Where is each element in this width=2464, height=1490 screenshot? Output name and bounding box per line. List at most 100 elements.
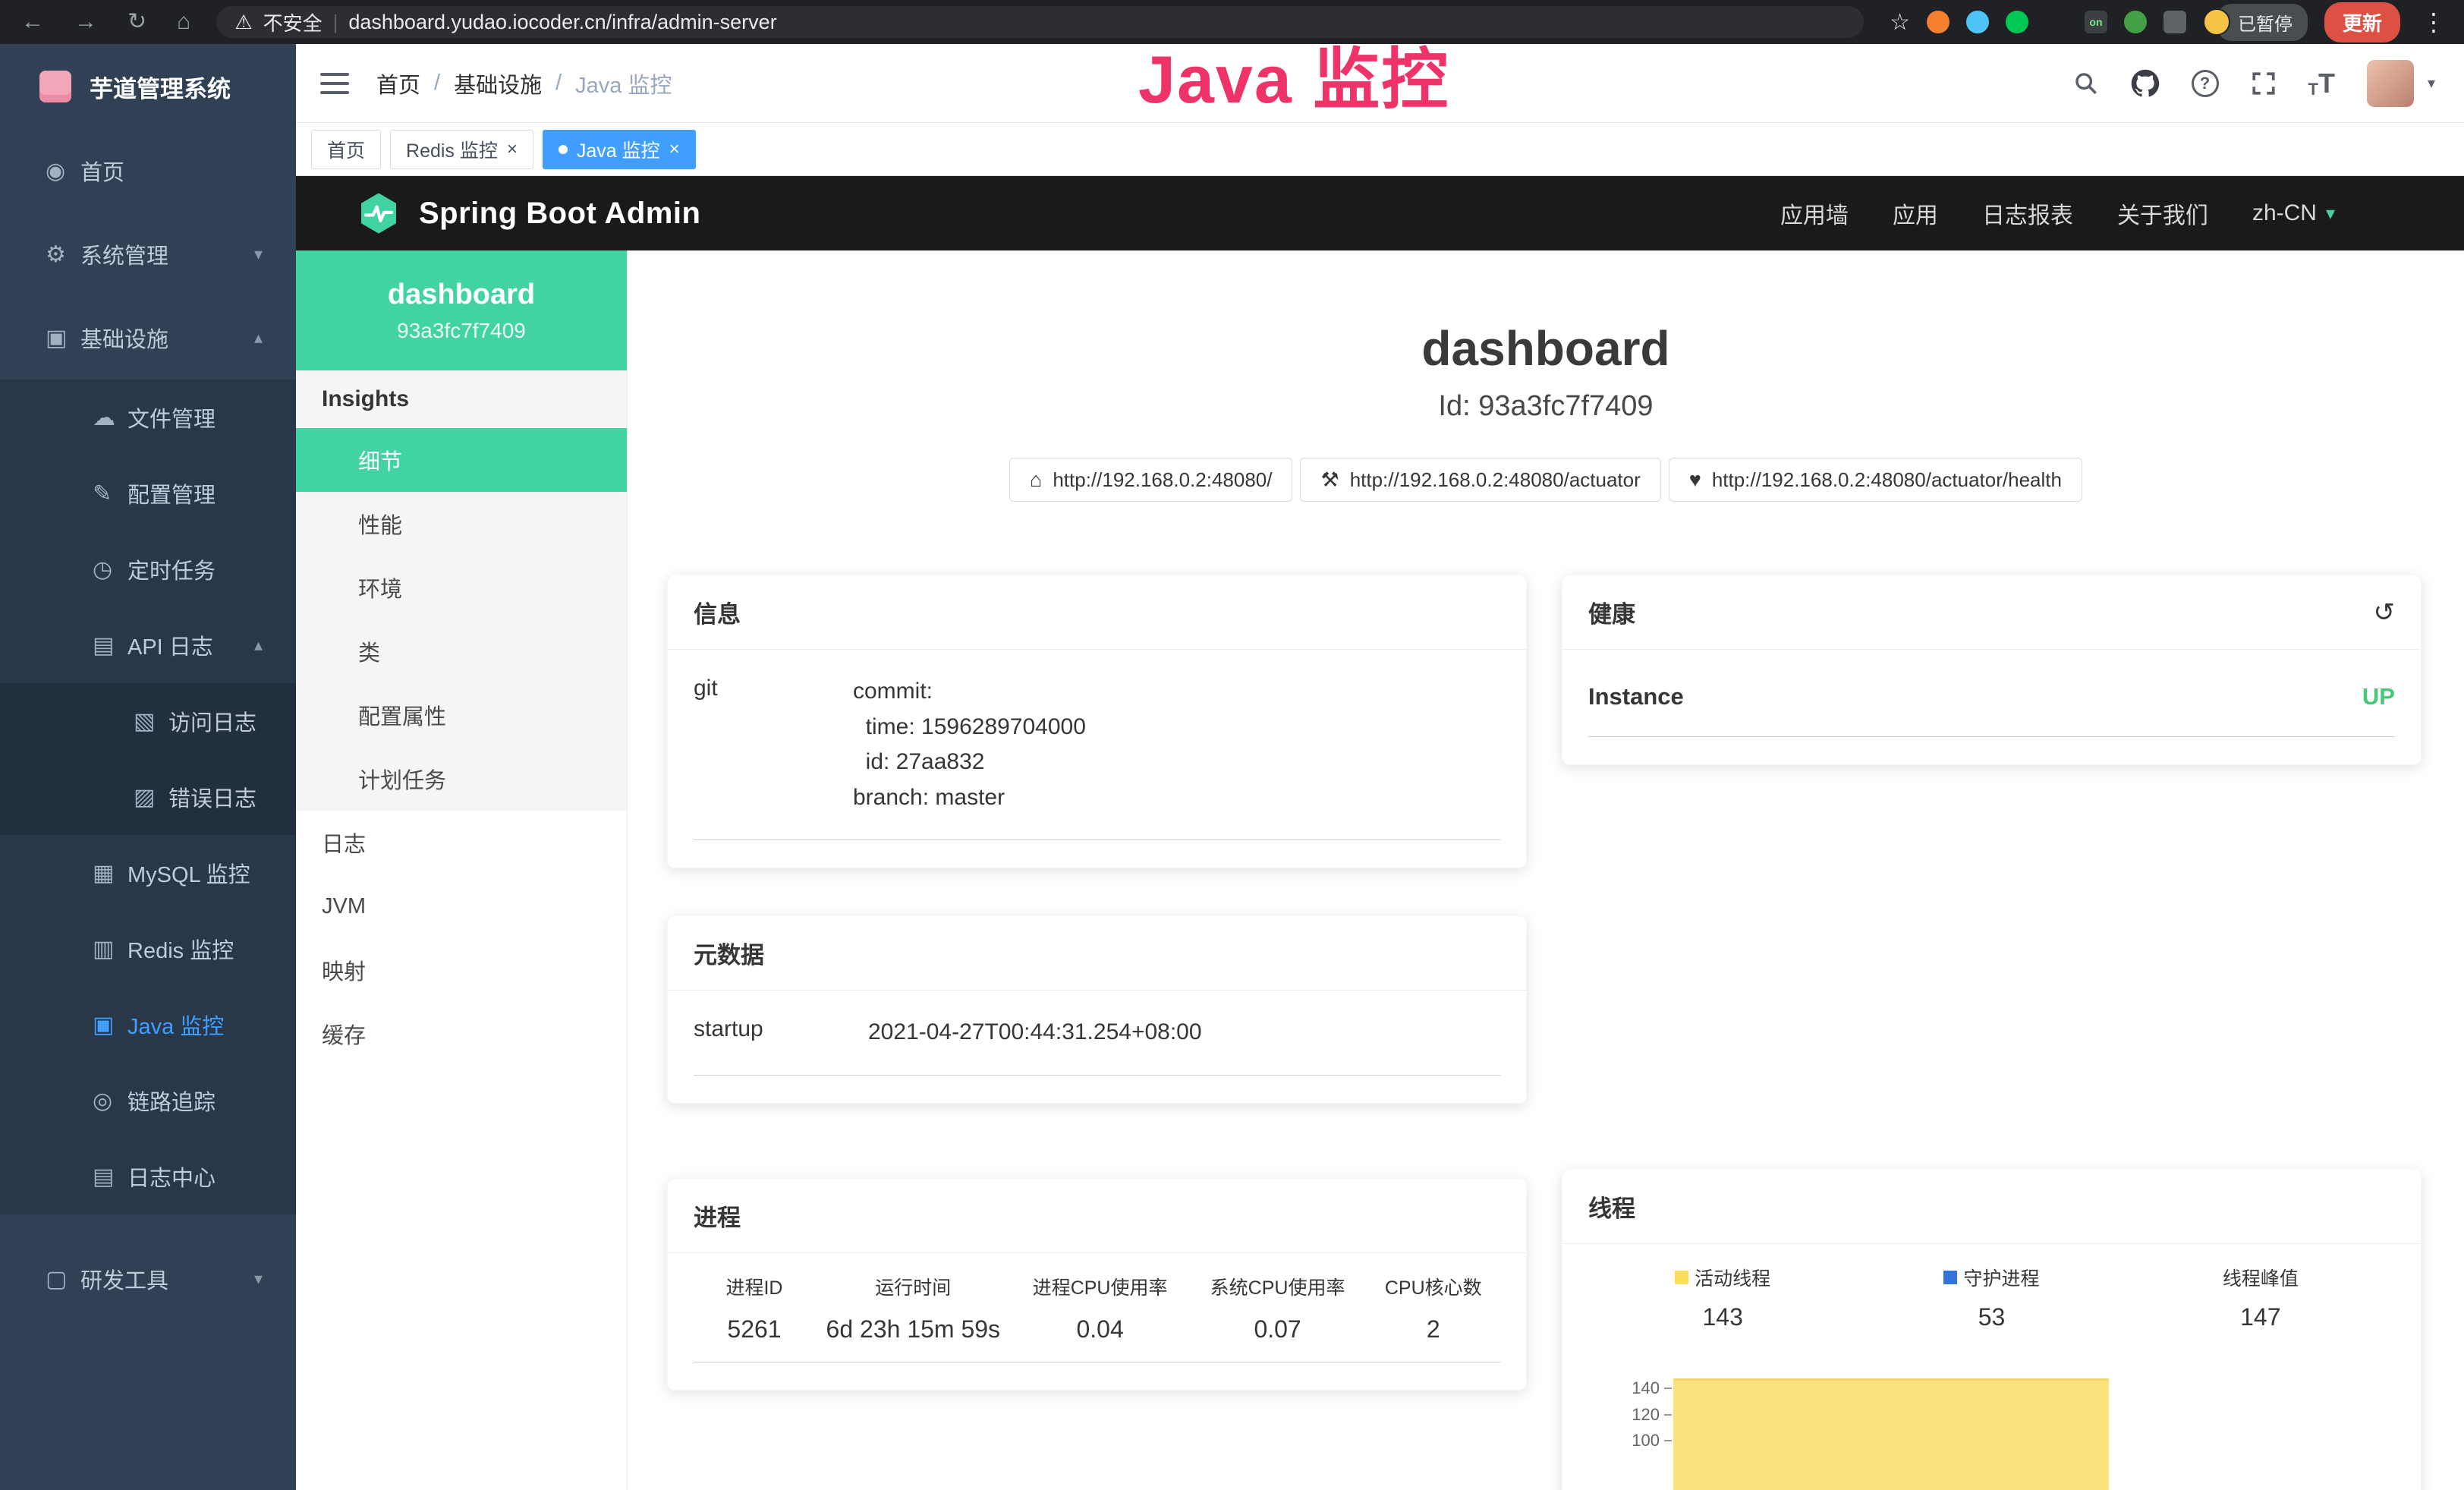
instance-links: ⌂ http://192.168.0.2:48080/ ⚒ http://192… — [628, 458, 2464, 502]
update-button[interactable]: 更新 — [2324, 2, 2400, 43]
sba-item-environment[interactable]: 环境 — [296, 556, 627, 619]
history-icon[interactable]: ↺ — [2374, 597, 2396, 628]
breadcrumb-home[interactable]: 首页 — [376, 68, 420, 99]
extension-icon-3[interactable] — [2006, 11, 2028, 33]
avatar[interactable] — [2367, 60, 2414, 107]
sba-nav-journal[interactable]: 日志报表 — [1982, 197, 2073, 230]
sba-item-logfile[interactable]: 日志 — [296, 811, 627, 874]
dashboard-icon: ◉ — [46, 158, 80, 184]
sync-paused-badge[interactable]: 已暂停 — [2217, 4, 2308, 41]
chevron-down-icon: ▾ — [254, 244, 263, 264]
search-icon[interactable] — [2073, 71, 2099, 96]
omnibox-divider: | — [333, 11, 338, 34]
sidebar-item-config-mgmt[interactable]: ✎ 配置管理 — [0, 455, 296, 531]
chevron-up-icon: ▴ — [254, 635, 263, 655]
app-title: 芋道管理系统 — [90, 70, 231, 104]
extension-icon-leaf[interactable] — [2124, 11, 2147, 33]
sidebar-item-log-center[interactable]: ▤ 日志中心 — [0, 1139, 296, 1214]
security-label[interactable]: 不安全 — [263, 8, 323, 36]
url-text[interactable]: dashboard.yudao.iocoder.cn/infra/admin-s… — [348, 11, 776, 34]
hamburger-icon[interactable] — [320, 73, 349, 94]
sba-item-caches[interactable]: 缓存 — [296, 1002, 627, 1066]
font-size-icon[interactable]: TT — [2308, 68, 2335, 99]
sba-item-mappings[interactable]: 映射 — [296, 938, 627, 1002]
instance-id: Id: 93a3fc7f7409 — [628, 390, 2464, 423]
sba-nav-wallboard[interactable]: 应用墙 — [1780, 197, 1849, 230]
health-instance-row[interactable]: Instance UP — [1588, 669, 2395, 737]
tab-close-icon[interactable]: × — [507, 140, 518, 159]
forward-icon[interactable]: → — [74, 11, 97, 33]
sba-item-classes[interactable]: 类 — [296, 619, 627, 683]
tab-java-monitor[interactable]: Java 监控 × — [543, 130, 696, 169]
sba-nav-applications[interactable]: 应用 — [1893, 197, 1938, 230]
sidebar-item-file-mgmt[interactable]: ☁ 文件管理 — [0, 380, 296, 455]
info-card: 信息 git commit: time: 1596289704000 id: 2… — [667, 575, 1527, 868]
bookmark-star-icon[interactable]: ☆ — [1890, 9, 1910, 36]
browser-nav-controls: ← → ↻ ⌂ — [14, 11, 190, 33]
app-logo[interactable]: 芋道管理系统 — [0, 44, 296, 129]
eye-icon: ◎ — [93, 1088, 127, 1114]
refresh-icon[interactable]: ↻ — [127, 11, 146, 33]
metadata-row-startup: startup 2021-04-27T00:44:31.254+08:00 — [694, 1010, 1500, 1076]
back-icon[interactable]: ← — [21, 11, 44, 33]
breadcrumb: 首页 / 基础设施 / Java 监控 — [376, 68, 672, 99]
sidebar-item-java-monitor[interactable]: ▣ Java 监控 — [0, 987, 296, 1063]
sidebar-item-access-logs[interactable]: ▧ 访问日志 — [0, 683, 296, 759]
sba-item-config-props[interactable]: 配置属性 — [296, 683, 627, 747]
extension-icon-1[interactable] — [1927, 11, 1949, 33]
sidebar-item-scheduled-tasks[interactable]: ◷ 定时任务 — [0, 531, 296, 607]
tab-redis-monitor[interactable]: Redis 监控 × — [390, 130, 533, 169]
toolbox-icon: ▢ — [46, 1266, 80, 1293]
sidebar-item-dev-tools[interactable]: ▢ 研发工具 ▾ — [0, 1237, 296, 1321]
sidebar-item-api-logs[interactable]: ▤ API 日志 ▴ — [0, 607, 296, 683]
sba-item-scheduled-tasks[interactable]: 计划任务 — [296, 747, 627, 811]
tags-view-bar: 首页 Redis 监控 × Java 监控 × — [296, 123, 2464, 176]
sba-item-details[interactable]: 细节 — [296, 428, 627, 492]
profile-chip[interactable]: 已暂停 — [2203, 4, 2308, 41]
tab-close-icon[interactable]: × — [669, 140, 680, 159]
sidebar-item-mysql-monitor[interactable]: ▦ MySQL 监控 — [0, 835, 296, 911]
cards-column-right: 健康 ↺ Instance UP — [1562, 575, 2422, 1490]
logo-image — [39, 71, 71, 102]
sidebar-item-trace[interactable]: ◎ 链路追踪 — [0, 1063, 296, 1139]
profile-avatar[interactable] — [2203, 8, 2230, 36]
sba-app-header[interactable]: dashboard 93a3fc7f7409 — [296, 250, 627, 370]
browser-menu-icon[interactable]: ⋮ — [2417, 8, 2450, 36]
sba-brand[interactable]: Spring Boot Admin — [357, 191, 700, 235]
browser-home-icon[interactable]: ⌂ — [177, 11, 190, 33]
fullscreen-icon[interactable] — [2251, 71, 2277, 96]
cards-grid: 信息 git commit: time: 1596289704000 id: 2… — [628, 575, 2464, 1490]
sidebar-item-redis-monitor[interactable]: ▥ Redis 监控 — [0, 911, 296, 987]
caret-down-icon: ▾ — [2326, 203, 2335, 225]
cards-column-left: 信息 git commit: time: 1596289704000 id: 2… — [667, 575, 1527, 1490]
instance-link-root[interactable]: ⌂ http://192.168.0.2:48080/ — [1009, 458, 1292, 502]
warning-icon: ⚠ — [234, 11, 252, 34]
tab-home[interactable]: 首页 — [311, 130, 381, 169]
sba-nav: 应用墙 应用 日志报表 关于我们 zh-CN ▾ — [1780, 197, 2464, 230]
help-icon[interactable]: ? — [2192, 70, 2219, 97]
legend-peak-threads: 线程峰值 147 — [2126, 1264, 2395, 1331]
sidebar-item-infrastructure[interactable]: ▣ 基础设施 ▴ — [0, 296, 296, 380]
app-sidebar: 芋道管理系统 ◉ 首页 ⚙ 系统管理 ▾ ▣ 基础设施 ▴ ☁ 文件管理 ✎ — [0, 44, 296, 1490]
breadcrumb-infrastructure[interactable]: 基础设施 — [454, 68, 542, 99]
github-icon[interactable] — [2131, 69, 2160, 98]
extensions-puzzle-icon[interactable] — [2163, 11, 2186, 33]
extension-icon-2[interactable] — [1966, 11, 1989, 33]
metadata-card: 元数据 startup 2021-04-27T00:44:31.254+08:0… — [667, 915, 1527, 1104]
sba-item-jvm[interactable]: JVM — [296, 874, 627, 938]
sidebar-item-system-mgmt[interactable]: ⚙ 系统管理 ▾ — [0, 213, 296, 296]
sidebar-item-home[interactable]: ◉ 首页 — [0, 129, 296, 213]
avatar-caret-icon[interactable]: ▾ — [2428, 74, 2435, 93]
sba-locale-select[interactable]: zh-CN ▾ — [2252, 200, 2335, 226]
sba-nav-about[interactable]: 关于我们 — [2117, 197, 2208, 230]
extension-icon-proxy[interactable]: on — [2085, 11, 2107, 33]
breadcrumb-current: Java 监控 — [575, 68, 672, 99]
clock-icon: ◷ — [93, 556, 127, 583]
sba-item-performance[interactable]: 性能 — [296, 492, 627, 556]
address-bar[interactable]: ⚠ 不安全 | dashboard.yudao.iocoder.cn/infra… — [216, 6, 1864, 38]
monitor-icon: ▣ — [93, 1012, 127, 1038]
sidebar-item-error-logs[interactable]: ▨ 错误日志 — [0, 759, 296, 835]
extension-icon-grid[interactable] — [2045, 11, 2068, 33]
instance-link-health[interactable]: ♥ http://192.168.0.2:48080/actuator/heal… — [1669, 458, 2082, 502]
instance-link-actuator[interactable]: ⚒ http://192.168.0.2:48080/actuator — [1300, 458, 1660, 502]
